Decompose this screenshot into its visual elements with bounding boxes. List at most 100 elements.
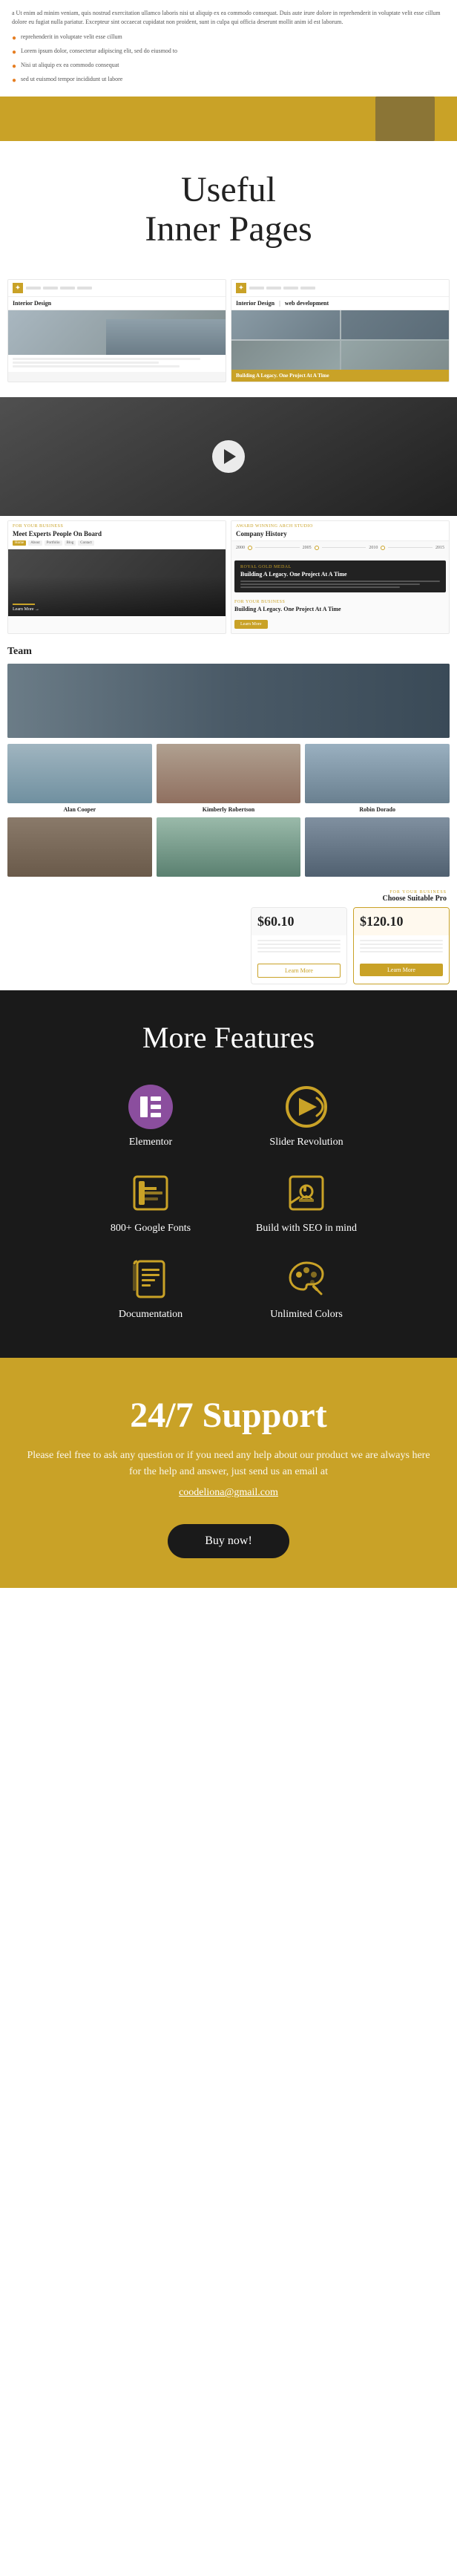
check-item-1: ● reprehenderit in voluptate velit esse … [12,33,445,44]
timeline-line [255,547,300,548]
team-member-1: Alan Cooper [7,744,152,813]
thumb-image-2 [231,310,449,370]
inner-pages-title: Useful Inner Pages [15,171,442,249]
learn-more-btn[interactable]: Learn More [234,620,268,629]
team-name-alan: Alan Cooper [7,806,152,813]
thumb-card-header-2: ✦ [231,280,449,297]
timeline-dot [381,546,385,550]
more-features-title: More Features [15,1020,442,1055]
gold-strip [0,97,457,141]
nav-tab[interactable]: Home [13,540,26,546]
team-photo-kimberly [157,744,301,803]
thumb-nav-dots-2 [249,287,444,290]
card-label: Interior Design [8,297,226,310]
lorem-text: a Ut enim ad minim veniam, quis nostrud … [12,9,445,27]
nav-dot [283,287,298,290]
slider-revolution-label: Slider Revolution [269,1137,343,1148]
team-hero-gradient [7,664,450,738]
team-member-2: Kimberly Robertson [157,744,301,813]
nav-tab[interactable]: Contact [78,540,94,546]
history-title: Company History [236,530,444,537]
team-grid-2 [7,817,450,880]
pricing-title: Choose Suitable Pro [206,895,447,903]
thumb-card-interior: ✦ Interior Design [7,279,226,382]
team-photo-5 [157,817,301,877]
seo-icon [284,1171,329,1215]
feature-line [360,951,443,952]
nav-tab[interactable]: Blog [65,540,76,546]
thumb-image-interior [8,310,226,355]
gold-strip-image [375,97,435,141]
pricing-header: FOR YOUR BUSINESS Choose Suitable Pro [206,890,450,903]
thumb-nav-dots [26,287,221,290]
seo-label: Build with SEO in mind [256,1223,357,1235]
elementor-icon [128,1085,173,1129]
text-line [13,365,180,367]
meet-title: Meet Experts People On Board [13,530,221,537]
check-item-2: ● Lorem ipsum dolor, consectetur adipisc… [12,47,445,58]
feature-line [257,951,341,952]
more-features-section: More Features Elementor [0,990,457,1358]
medal-text-lines [240,581,440,588]
nav-dot [26,287,41,290]
team-member-4 [7,817,152,880]
year-2015: 2015 [435,546,444,550]
nav-tab[interactable]: Portfolio [45,540,62,546]
team-photo-6 [305,817,450,877]
timeline-line [322,547,366,548]
history-header: AWARD WINNING ARCH STUDIO Company Histor… [231,521,449,541]
pricing-btn-2[interactable]: Learn More [360,964,443,976]
thumb-card-header: ✦ [8,280,226,297]
feature-line [257,940,341,941]
pricing-card-1: $60.10 Learn More [251,907,347,984]
meet-header: FOR YOUR BUSINESS Meet Experts People On… [8,521,226,549]
feature-seo: Build with SEO in mind [236,1171,377,1235]
play-button[interactable] [212,440,245,473]
team-member-5 [157,817,301,880]
team-name-kimberly: Kimberly Robertson [157,806,301,813]
support-email[interactable]: coodeliona@gmail.com [179,1487,278,1498]
grid-img-4 [341,341,450,370]
nav-dot [77,287,92,290]
inner-pages-section: Useful Inner Pages [0,141,457,272]
features-grid: Elementor Slider Revolution [80,1085,377,1321]
medal-card: ROYAL GOLD MEDAL Building A Legacy. One … [234,560,446,592]
timeline-dot [248,546,252,550]
cta-text: Learn More → [13,607,221,612]
play-icon [224,449,236,464]
thumb-text-area [8,355,226,372]
timeline-line [388,547,433,548]
timeline-dot [315,546,319,550]
feature-line [360,940,443,941]
buy-now-button[interactable]: Buy now! [168,1524,289,1558]
team-title: Team [7,646,450,658]
meet-experts-card: FOR YOUR BUSINESS Meet Experts People On… [7,520,226,634]
unlimited-colors-icon [284,1257,329,1301]
check-icon-4: ● [12,76,16,86]
year-2000: 2000 [236,546,245,550]
pricing-btn-1[interactable]: Learn More [257,964,341,978]
history-title-2: Building A Legacy. One Project At A Time [234,606,446,612]
grid-img-1 [231,310,340,339]
timeline-area: 2000 2005 2010 2015 [231,541,449,558]
top-section: a Ut enim ad minim veniam, quis nostrud … [0,0,457,141]
thumb-logo: ✦ [13,283,23,293]
feature-line [257,947,341,949]
feature-line [360,944,443,945]
team-photo-alan [7,744,152,803]
support-section: 24/7 Support Please feel free to ask any… [0,1358,457,1588]
pricing-section: FOR YOUR BUSINESS Choose Suitable Pro $6… [0,884,457,990]
feature-line [360,947,443,949]
medal-text-line [240,586,400,588]
price-tag-1: $60.10 [257,914,341,929]
price-tag-2: $120.10 [360,914,443,929]
video-section [0,397,457,516]
nav-tab[interactable]: About [28,540,42,546]
feature-elementor: Elementor [80,1085,221,1148]
support-email-line: coodeliona@gmail.com [22,1485,435,1501]
support-description: Please feel free to ask any question or … [22,1448,435,1481]
building-overlay [106,319,226,355]
meet-nav-tabs: Home About Portfolio Blog Contact [13,540,221,546]
grid-img-3 [231,341,340,370]
card-label-2: Interior Design | web development [231,297,449,310]
